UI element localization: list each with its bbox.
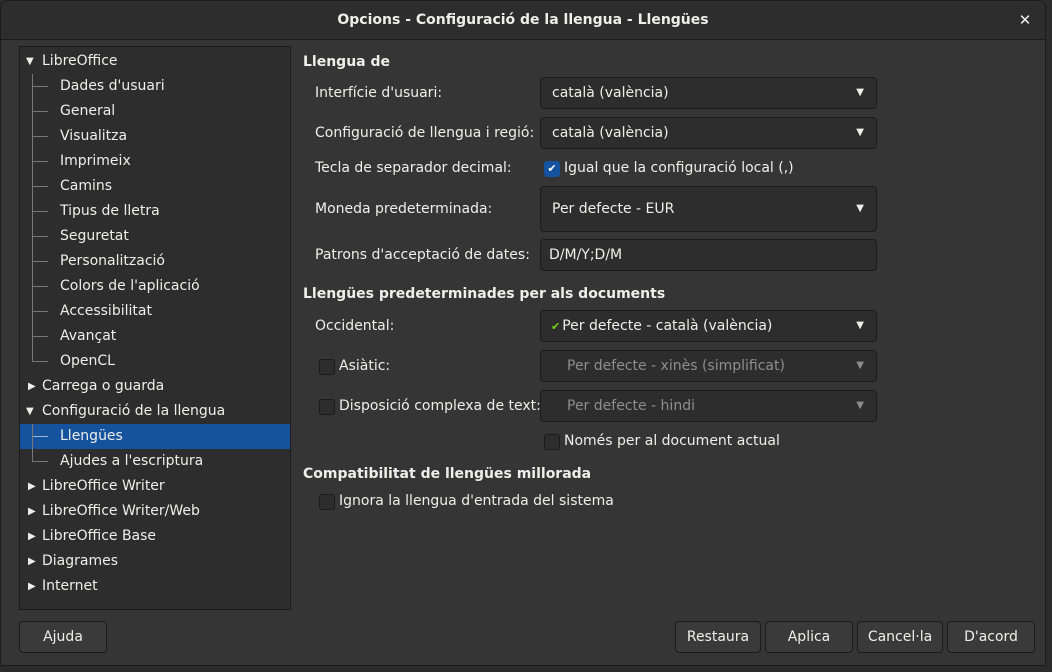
tree-item-configuracio-llengua[interactable]: ▼ Configuració de la llengua (20, 399, 290, 424)
expanded-arrow-icon: ▼ (26, 406, 34, 417)
options-dialog: Opcions - Configuració de la llengua - L… (0, 0, 1046, 666)
ctl-language-select[interactable]: Per defecte - hindi ▼ (540, 390, 877, 422)
tree-item-colors[interactable]: Colors de l'aplicació (20, 274, 290, 299)
ui-language-label: Interfície d'usuari: (315, 85, 443, 101)
only-current-doc-checkbox[interactable] (544, 434, 560, 450)
expanded-arrow-icon: ▼ (26, 56, 34, 67)
collapsed-arrow-icon: ▶ (28, 481, 36, 492)
locale-label: Configuració de llengua i regió: (315, 125, 535, 141)
section-title-compatibilitat: Compatibilitat de llengües millorada (303, 466, 592, 482)
tree-item-dades-usuari[interactable]: Dades d'usuari (20, 74, 290, 99)
asian-checkbox[interactable] (319, 359, 335, 375)
tree-item-carrega-guarda[interactable]: ▶ Carrega o guarda (20, 374, 290, 399)
section-title-llengues-documents: Llengües predeterminades per als documen… (303, 286, 666, 302)
collapsed-arrow-icon: ▶ (28, 506, 36, 517)
close-icon[interactable]: ✕ (1015, 10, 1035, 30)
cancel-button[interactable]: Cancel·la (857, 621, 943, 653)
collapsed-arrow-icon: ▶ (28, 581, 36, 592)
asian-language-select[interactable]: Per defecte - xinès (simplificat) ▼ (540, 350, 877, 382)
tree-item-visualitza[interactable]: Visualitza (20, 124, 290, 149)
tree-item-avancat[interactable]: Avançat (20, 324, 290, 349)
tree-item-internet[interactable]: ▶ Internet (20, 574, 290, 599)
dialog-title: Opcions - Configuració de la llengua - L… (337, 12, 709, 28)
tree-item-general[interactable]: General (20, 99, 290, 124)
ok-button[interactable]: D'acord (947, 621, 1035, 653)
chevron-down-icon: ▼ (856, 127, 864, 138)
locale-select[interactable]: català (valència) ▼ (540, 117, 877, 149)
title-bar: Opcions - Configuració de la llengua - L… (1, 1, 1045, 40)
tree-item-ajudes-escriptura[interactable]: Ajudes a l'escriptura (20, 449, 290, 474)
tree-item-diagrames[interactable]: ▶ Diagrames (20, 549, 290, 574)
reset-button[interactable]: Restaura (675, 621, 761, 653)
tree-item-seguretat[interactable]: Seguretat (20, 224, 290, 249)
chevron-down-icon: ▼ (856, 360, 864, 371)
tree-item-libreoffice[interactable]: ▼ LibreOffice (20, 49, 290, 74)
western-label: Occidental: (315, 318, 395, 334)
collapsed-arrow-icon: ▶ (28, 381, 36, 392)
chevron-down-icon: ▼ (856, 320, 864, 331)
ignore-system-input-checkbox[interactable] (319, 494, 335, 510)
date-patterns-label: Patrons d'acceptació de dates: (315, 247, 530, 263)
chevron-down-icon: ▼ (856, 203, 864, 214)
ctl-label: Disposició complexa de text: (339, 398, 541, 414)
tree-item-accessibilitat[interactable]: Accessibilitat (20, 299, 290, 324)
only-current-doc-label: Només per al document actual (564, 433, 780, 449)
tree-item-tipus-lletra[interactable]: Tipus de lletra (20, 199, 290, 224)
currency-select[interactable]: Per defecte - EUR ▼ (540, 186, 877, 232)
collapsed-arrow-icon: ▶ (28, 556, 36, 567)
tree-item-writer[interactable]: ▶ LibreOffice Writer (20, 474, 290, 499)
spellcheck-icon: ✔ (551, 320, 561, 333)
tree-item-personalitzacio[interactable]: Personalització (20, 249, 290, 274)
tree-item-llengues[interactable]: Llengües (20, 424, 290, 449)
decimal-separator-checkbox[interactable]: ✔ (544, 161, 560, 177)
chevron-down-icon: ▼ (856, 87, 864, 98)
options-tree: ▼ LibreOffice Dades d'usuari General Vis… (19, 46, 291, 610)
ignore-system-input-label: Ignora la llengua d'entrada del sistema (339, 493, 614, 509)
tree-item-opencl[interactable]: OpenCL (20, 349, 290, 374)
tree-item-imprimeix[interactable]: Imprimeix (20, 149, 290, 174)
chevron-down-icon: ▼ (856, 400, 864, 411)
ui-language-select[interactable]: català (valència) ▼ (540, 77, 877, 109)
apply-button[interactable]: Aplica (765, 621, 853, 653)
tree-item-camins[interactable]: Camins (20, 174, 290, 199)
asian-label: Asiàtic: (339, 358, 391, 374)
section-title-llengua-de: Llengua de (303, 54, 391, 70)
collapsed-arrow-icon: ▶ (28, 531, 36, 542)
decimal-separator-check-label: Igual que la configuració local (,) (564, 160, 794, 176)
decimal-separator-label: Tecla de separador decimal: (315, 160, 512, 176)
tree-item-base[interactable]: ▶ LibreOffice Base (20, 524, 290, 549)
date-patterns-input[interactable]: D/M/Y;D/M (540, 239, 877, 271)
help-button[interactable]: Ajuda (19, 621, 107, 653)
ctl-checkbox[interactable] (319, 399, 335, 415)
language-settings-panel: Llengua de Interfície d'usuari: català (… (303, 46, 883, 526)
currency-label: Moneda predeterminada: (315, 201, 493, 217)
tree-item-writer-web[interactable]: ▶ LibreOffice Writer/Web (20, 499, 290, 524)
western-language-select[interactable]: ✔ Per defecte - català (valència) ▼ (540, 310, 877, 342)
